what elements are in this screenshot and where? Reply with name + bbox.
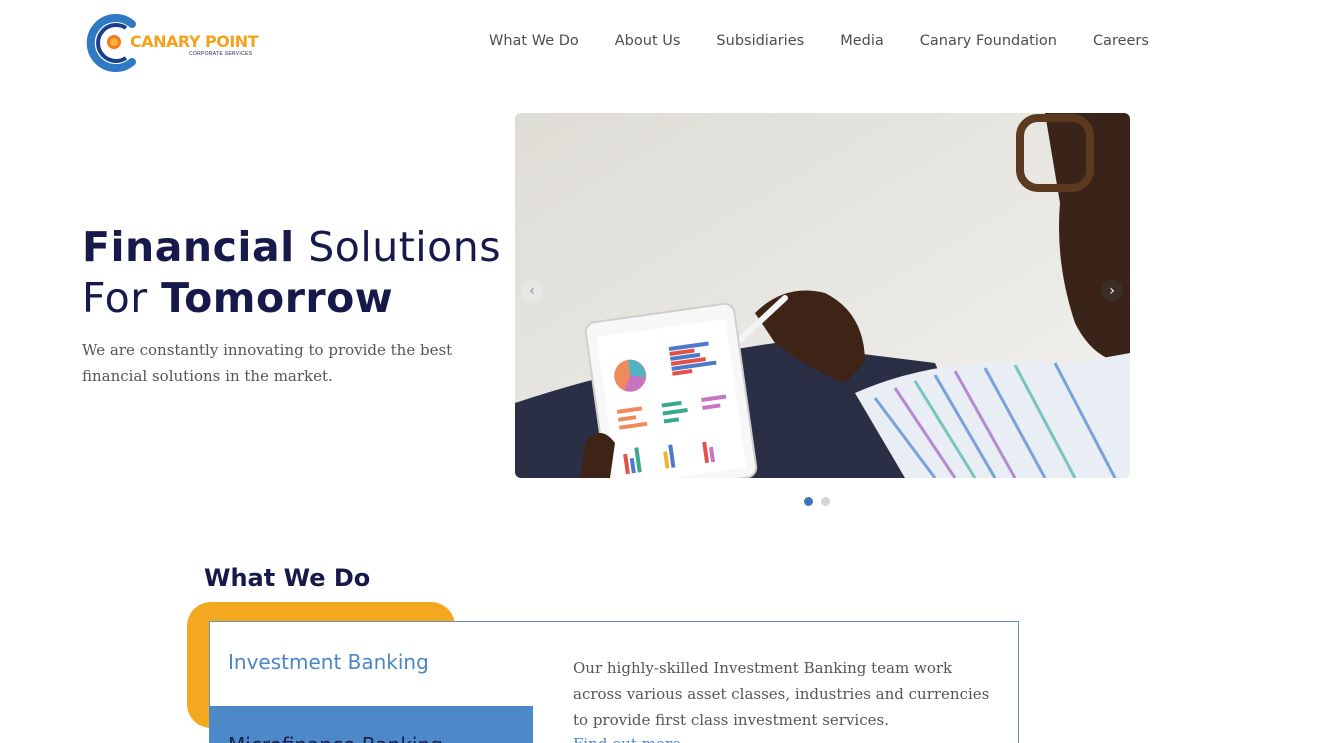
hero-carousel[interactable] (515, 113, 1130, 478)
hero-subtitle: We are constantly innovating to provide … (82, 341, 453, 385)
carousel-next-button[interactable]: › (1101, 280, 1123, 302)
hero-title-bold-2: Tomorrow (161, 274, 394, 322)
hero-title-regular-1: Solutions (294, 223, 502, 271)
hero-title-bold-1: Financial (82, 223, 295, 271)
service-description: Our highly-skilled Investment Banking te… (573, 659, 990, 729)
what-we-do-regular: We (275, 564, 334, 592)
carousel-slide-image (515, 113, 1130, 478)
logo-name: CANARY POINT (130, 32, 259, 51)
nav-media[interactable]: Media (840, 33, 884, 53)
logo-tagline: CORPORATE SERVICES (189, 51, 253, 57)
main-nav: What We Do About Us Subsidiaries Media C… (489, 33, 1149, 53)
what-we-do-bold-2: Do (333, 564, 371, 592)
what-we-do-heading: What We Do (204, 564, 370, 592)
tab-microfinance-label: Microfinance Banking (228, 733, 443, 743)
nav-about-us[interactable]: About Us (615, 33, 681, 53)
canary-point-logo[interactable]: CANARY POINT CORPORATE SERVICES (86, 14, 262, 72)
carousel-dot-1[interactable] (804, 497, 813, 506)
nav-careers[interactable]: Careers (1093, 33, 1149, 53)
hero-title-regular-2: For (82, 274, 162, 322)
what-we-do-bold-1: What (204, 564, 276, 592)
nav-subsidiaries[interactable]: Subsidiaries (716, 33, 804, 53)
hero-title: Financial Solutions For Tomorrow (82, 222, 501, 324)
carousel-dot-2[interactable] (821, 497, 830, 506)
nav-what-we-do[interactable]: What We Do (489, 33, 579, 53)
tab-investment-banking[interactable]: Investment Banking (228, 650, 429, 674)
carousel-indicators (804, 497, 830, 506)
nav-canary-foundation[interactable]: Canary Foundation (920, 33, 1057, 53)
tab-microfinance-banking[interactable]: Microfinance Banking (209, 706, 533, 743)
carousel-prev-button[interactable]: ‹ (521, 280, 543, 302)
find-out-more-link[interactable]: Find out more (573, 735, 681, 743)
